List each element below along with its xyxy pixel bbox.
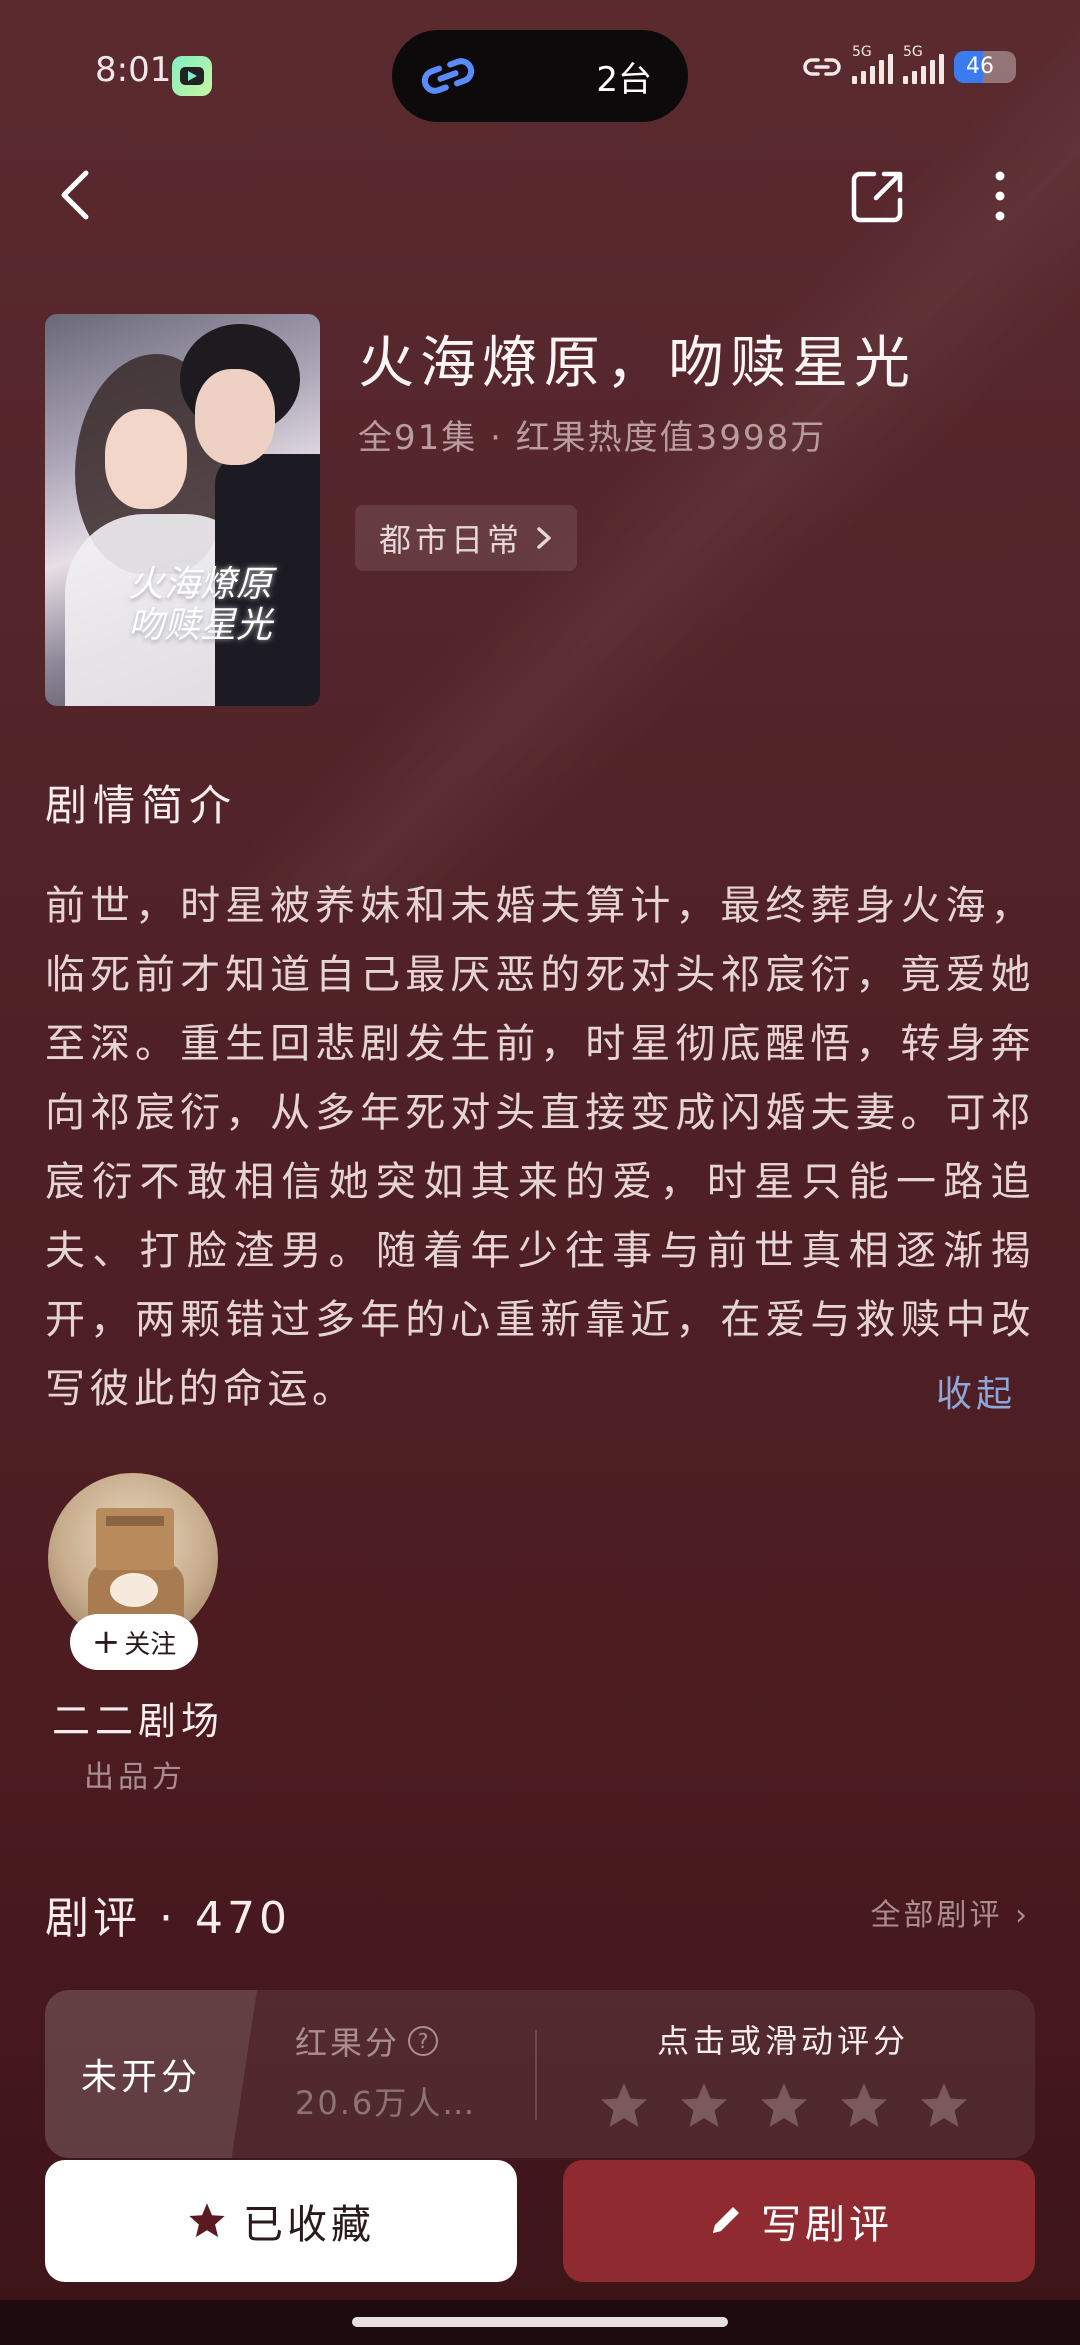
link-status-icon (803, 58, 841, 76)
producer-role: 出品方 (84, 1760, 186, 1795)
rating-card: 未开分 红果分 ? 20.6万人… 点击或滑动评分 (45, 1990, 1035, 2158)
genre-tag[interactable]: 都市日常 (355, 505, 578, 571)
chevron-right-icon: › (1015, 1898, 1030, 1933)
cover-title: 火海燎原 吻赎星光 (127, 564, 272, 647)
star-icon[interactable] (838, 2080, 890, 2132)
rate-prompt: 点击或滑动评分 (657, 2022, 910, 2060)
follow-label: 关注 (124, 1629, 177, 1660)
write-review-button[interactable]: 写剧评 (563, 2160, 1035, 2282)
link-icon (421, 58, 475, 94)
drama-cover[interactable]: 火海燎原 吻赎星光 (45, 314, 320, 706)
pencil-icon (713, 2207, 739, 2233)
all-reviews-link[interactable]: 全部剧评 › (870, 1890, 1030, 1934)
unrated-badge: 未开分 (45, 1990, 257, 2158)
star-icon[interactable] (918, 2080, 970, 2132)
dynamic-island[interactable]: 2台 (392, 30, 688, 122)
battery-icon: 46 (954, 51, 1016, 83)
drama-meta: 全91集 · 红果热度值3998万 (358, 418, 827, 458)
reviews-heading: 剧评 · 470 (45, 1893, 291, 1944)
collect-button[interactable]: 已收藏 (45, 2160, 517, 2282)
plus-icon: + (91, 1622, 121, 1662)
star-filled-icon (189, 2203, 225, 2238)
genre-label: 都市日常 (379, 521, 524, 559)
chevron-right-icon (537, 527, 551, 549)
score-count: 20.6万人… (295, 2084, 477, 2122)
divider (535, 2030, 537, 2120)
star-icon[interactable] (758, 2080, 810, 2132)
signal-icon-2: 5G (903, 44, 944, 84)
star-rating[interactable] (598, 2080, 970, 2132)
collapse-button[interactable]: 收起 (936, 1365, 1016, 1417)
status-bar: 8:01 2台 5G 5G 46 (0, 0, 1080, 140)
follow-button[interactable]: + 关注 (70, 1614, 198, 1670)
write-review-label: 写剧评 (761, 2202, 893, 2248)
video-app-icon (172, 56, 212, 96)
signal-icon-1: 5G (852, 44, 893, 84)
share-icon[interactable] (850, 168, 906, 224)
producer-name[interactable]: 二二剧场 (52, 1690, 224, 1745)
star-icon[interactable] (598, 2080, 650, 2132)
help-icon[interactable]: ? (408, 2026, 439, 2056)
score-label: 红果分 ? (295, 2018, 439, 2064)
status-time: 8:01 (95, 50, 172, 90)
collect-label: 已收藏 (243, 2202, 375, 2248)
more-icon[interactable] (985, 168, 1015, 224)
synopsis-heading: 剧情简介 (45, 781, 238, 830)
status-indicators: 5G 5G 46 (802, 44, 1016, 84)
device-count: 2台 (596, 60, 652, 100)
synopsis-text: 前世，时星被养妹和未婚夫算计，最终葬身火海，临死前才知道自己最厌恶的死对头祁宸衍… (45, 883, 1035, 1412)
back-icon[interactable] (52, 165, 102, 225)
home-indicator[interactable] (352, 2317, 728, 2327)
star-icon[interactable] (678, 2080, 730, 2132)
drama-title: 火海燎原，吻赎星光 (358, 331, 916, 396)
